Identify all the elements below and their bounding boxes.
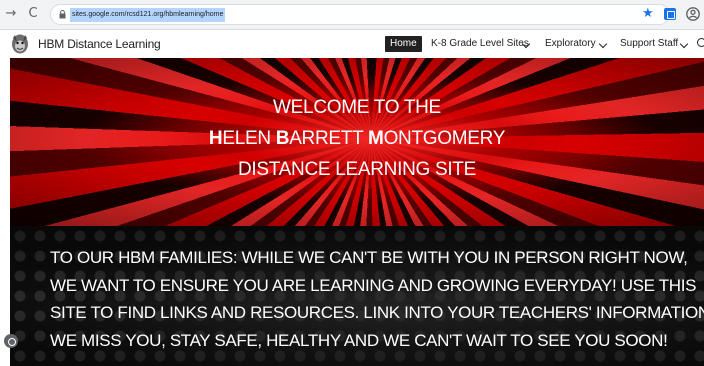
- word-ontgomery: ONTGOMERY: [383, 128, 506, 149]
- nav-home[interactable]: Home: [385, 36, 422, 52]
- address-bar[interactable]: sites.google.com/rcsd121.org/hbmlearning…: [50, 4, 670, 25]
- edit-icon[interactable]: [4, 334, 18, 348]
- nav-k8-grade-level-sites[interactable]: K-8 Grade Level Sites: [431, 36, 529, 52]
- welcome-line-3: DISTANCE LEARNING SITE: [238, 159, 476, 180]
- nav-exploratory[interactable]: Exploratory: [545, 36, 596, 52]
- bookmark-star-icon[interactable]: ★: [642, 6, 654, 22]
- extension-icon[interactable]: [664, 8, 676, 20]
- initial-b: B: [275, 128, 290, 149]
- welcome-line-1: WELCOME TO THE: [273, 97, 441, 118]
- families-message-banner: TO OUR HBM FAMILIES: WHILE WE CAN'T BE W…: [10, 226, 704, 366]
- welcome-line-2: HELEN BARRETT MONTGOMERY: [10, 123, 704, 154]
- account-icon[interactable]: [686, 7, 700, 21]
- site-header: HBM Distance Learning Home K-8 Grade Lev…: [0, 30, 704, 58]
- browser-toolbar: → C sites.google.com/rcsd121.org/hbmlear…: [0, 0, 704, 30]
- reload-icon[interactable]: C: [26, 6, 40, 22]
- message-line-1: TO OUR HBM FAMILIES: WHILE WE CAN'T BE W…: [50, 248, 688, 267]
- families-message: TO OUR HBM FAMILIES: WHILE WE CAN'T BE W…: [50, 244, 704, 354]
- site-nav: Home K-8 Grade Level Sites Exploratory S…: [0, 30, 704, 58]
- welcome-banner: WELCOME TO THE HELEN BARRETT MONTGOMERY …: [10, 58, 704, 226]
- word-arrett: ARRETT: [289, 128, 369, 149]
- nav-support-staff[interactable]: Support Staff: [620, 36, 678, 52]
- chevron-down-icon[interactable]: [679, 39, 689, 49]
- chevron-down-icon[interactable]: [598, 39, 608, 49]
- initial-m: M: [368, 128, 384, 149]
- url-text[interactable]: sites.google.com/rcsd121.org/hbmlearning…: [70, 8, 226, 22]
- initial-h: H: [208, 128, 223, 149]
- welcome-heading: WELCOME TO THE HELEN BARRETT MONTGOMERY …: [10, 92, 704, 185]
- back-arrow-icon[interactable]: →: [4, 6, 18, 22]
- search-icon[interactable]: [697, 38, 704, 47]
- message-line-4: WE MISS YOU, STAY SAFE, HEALTHY AND WE C…: [50, 330, 668, 350]
- word-elen: ELEN: [222, 128, 276, 149]
- lock-icon: [59, 10, 66, 19]
- message-line-3: SITE TO FIND LINKS AND RESOURCES. LINK I…: [50, 303, 704, 322]
- message-line-2: WE WANT TO ENSURE YOU ARE LEARNING AND G…: [50, 275, 697, 295]
